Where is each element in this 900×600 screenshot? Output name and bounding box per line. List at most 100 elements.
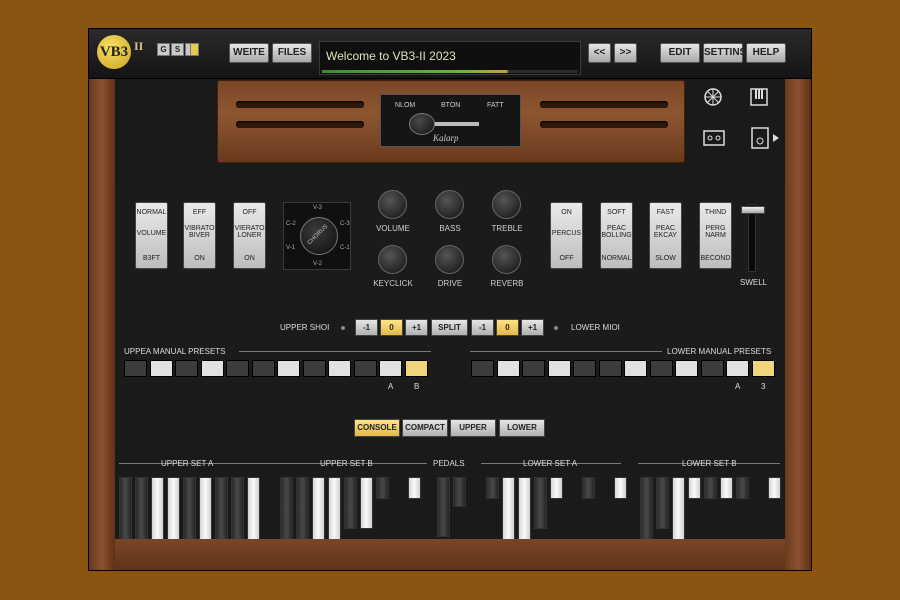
bass-knob[interactable] bbox=[435, 190, 464, 219]
pedal-drawbar[interactable] bbox=[437, 477, 450, 537]
rocker-volume-bot: B3FT bbox=[142, 255, 161, 262]
upper-shift-minus[interactable]: -1 bbox=[355, 319, 378, 336]
upper-preset-3[interactable] bbox=[175, 360, 198, 377]
lower-preset-1[interactable] bbox=[471, 360, 494, 377]
upper-shift-plus[interactable]: +1 bbox=[405, 319, 428, 336]
swell-handle[interactable] bbox=[741, 206, 765, 214]
drawbar[interactable] bbox=[736, 477, 749, 499]
reverb-knob[interactable] bbox=[492, 245, 521, 274]
drawbar[interactable] bbox=[486, 477, 499, 499]
upper-shift-led bbox=[341, 326, 345, 330]
bass-label: BASS bbox=[439, 224, 461, 233]
lower-preset-3[interactable] bbox=[522, 360, 545, 377]
rocker-percussion[interactable]: ON PERCUS OFF bbox=[550, 202, 583, 269]
upper-preset-4[interactable] bbox=[201, 360, 224, 377]
rocker-perc-decay-top: FAST bbox=[656, 209, 675, 216]
lower-preset-7[interactable] bbox=[624, 360, 647, 377]
rocker-perc-decay-mid: PEAC EKCAY bbox=[653, 225, 678, 239]
upper-preset-8[interactable] bbox=[303, 360, 326, 377]
rocker-percussion-top: ON bbox=[561, 209, 572, 216]
drawbar[interactable] bbox=[656, 477, 669, 529]
swell-pedal[interactable] bbox=[740, 204, 766, 272]
cassette-icon[interactable] bbox=[703, 129, 725, 152]
drive-label: DRIVE bbox=[437, 279, 463, 288]
drawbar[interactable] bbox=[688, 477, 701, 499]
lower-preset-9[interactable] bbox=[675, 360, 698, 377]
upper-preset-9[interactable] bbox=[328, 360, 351, 377]
speaker-icon[interactable] bbox=[751, 127, 783, 155]
drawbar[interactable] bbox=[360, 477, 373, 529]
drive-knob[interactable] bbox=[435, 245, 464, 274]
upper-preset-5[interactable] bbox=[226, 360, 249, 377]
write-button[interactable]: WEITE bbox=[229, 43, 269, 63]
drawbar[interactable] bbox=[768, 477, 781, 499]
drawbar[interactable] bbox=[344, 477, 357, 529]
lower-preset-6[interactable] bbox=[599, 360, 622, 377]
upper-preset-1[interactable] bbox=[124, 360, 147, 377]
drawbar[interactable] bbox=[582, 477, 595, 499]
rocker-vibrato-upper[interactable]: EFF VIBRATO BIVER ON bbox=[183, 202, 216, 269]
lower-shift-plus[interactable]: +1 bbox=[521, 319, 544, 336]
upper-shift-zero[interactable]: 0 bbox=[380, 319, 403, 336]
lower-preset-8[interactable] bbox=[650, 360, 673, 377]
lower-preset-2[interactable] bbox=[497, 360, 520, 377]
drawbar[interactable] bbox=[614, 477, 627, 499]
lower-preset-5[interactable] bbox=[573, 360, 596, 377]
keyclick-label: KEYCLICK bbox=[373, 279, 413, 288]
upper-preset-b[interactable] bbox=[405, 360, 428, 377]
lower-preset-a[interactable] bbox=[726, 360, 749, 377]
swell-label: SWELL bbox=[740, 278, 768, 287]
vibrato-chorus-selector[interactable]: V-3 C-3 C-2 V-1 C-1 V-2 CHORUS bbox=[283, 202, 351, 270]
upper-view-button[interactable]: UPPER bbox=[450, 419, 496, 437]
edit-button[interactable]: EDIT bbox=[660, 43, 700, 63]
pedal-drawbar[interactable] bbox=[453, 477, 466, 507]
upper-preset-6[interactable] bbox=[252, 360, 275, 377]
keyclick-knob[interactable] bbox=[378, 245, 407, 274]
message-display: Welcome to VB3-II 2023 bbox=[319, 41, 581, 75]
drawbar[interactable] bbox=[720, 477, 733, 499]
upper-preset-10[interactable] bbox=[354, 360, 377, 377]
upper-preset-2[interactable] bbox=[150, 360, 173, 377]
upper-preset-a[interactable] bbox=[379, 360, 402, 377]
files-button[interactable]: FILES bbox=[272, 43, 312, 63]
rocker-perc-decay[interactable]: FAST PEAC EKCAY SLOW bbox=[649, 202, 682, 269]
lower-preset-10[interactable] bbox=[701, 360, 724, 377]
drawbar[interactable] bbox=[408, 477, 421, 499]
help-button[interactable]: HELP bbox=[746, 43, 786, 63]
lower-view-button[interactable]: LOWER bbox=[499, 419, 545, 437]
drawbar[interactable] bbox=[376, 477, 389, 499]
prev-button[interactable]: << bbox=[588, 43, 611, 63]
mini-button-g[interactable]: G bbox=[157, 43, 170, 56]
keyboard-icon[interactable] bbox=[749, 87, 769, 113]
leslie-selector[interactable]: NLOM BTON FATT Kalarp bbox=[380, 94, 521, 147]
upper-preset-7[interactable] bbox=[277, 360, 300, 377]
rocker-perc-harmonic[interactable]: THIND PERG NARM BECOND bbox=[699, 202, 732, 269]
drawbar[interactable] bbox=[534, 477, 547, 529]
lower-preset-b[interactable] bbox=[752, 360, 775, 377]
selector-label-2: BTON bbox=[441, 102, 461, 109]
settings-button[interactable]: SETTINSS bbox=[703, 43, 753, 63]
upper-set-a-label: UPPER SET A bbox=[161, 459, 214, 468]
mini-button-s[interactable]: S bbox=[171, 43, 184, 56]
mini-button-led[interactable] bbox=[190, 43, 199, 56]
compact-view-button[interactable]: COMPACT bbox=[402, 419, 448, 437]
selector-knob[interactable] bbox=[409, 113, 435, 135]
next-button[interactable]: >> bbox=[614, 43, 637, 63]
rocker-vibrato-lower-top: OFF bbox=[242, 209, 257, 216]
wheel-icon[interactable] bbox=[703, 87, 723, 113]
lower-preset-4[interactable] bbox=[548, 360, 571, 377]
drawbar[interactable] bbox=[550, 477, 563, 499]
rocker-perc-volume[interactable]: SOFT PEAC BOLLING NORMAL bbox=[600, 202, 633, 269]
console-view-button[interactable]: CONSOLE bbox=[354, 419, 400, 437]
rocker-vibrato-lower[interactable]: OFF VIERATO LONER ON bbox=[233, 202, 266, 269]
vibrato-dial[interactable]: CHORUS bbox=[300, 217, 338, 255]
volume-knob[interactable] bbox=[378, 190, 407, 219]
treble-knob[interactable] bbox=[492, 190, 521, 219]
split-button[interactable]: SPLIT bbox=[431, 319, 468, 336]
drawbar[interactable] bbox=[704, 477, 717, 499]
rocker-vibrato-upper-bot: ON bbox=[194, 255, 205, 262]
lower-shift-minus[interactable]: -1 bbox=[471, 319, 494, 336]
vb3-window: VB3 II G S I WEITE FILES Welcome to VB3-… bbox=[89, 29, 811, 570]
rocker-volume[interactable]: NORMAL VOLUME B3FT bbox=[135, 202, 168, 269]
lower-shift-zero[interactable]: 0 bbox=[496, 319, 519, 336]
